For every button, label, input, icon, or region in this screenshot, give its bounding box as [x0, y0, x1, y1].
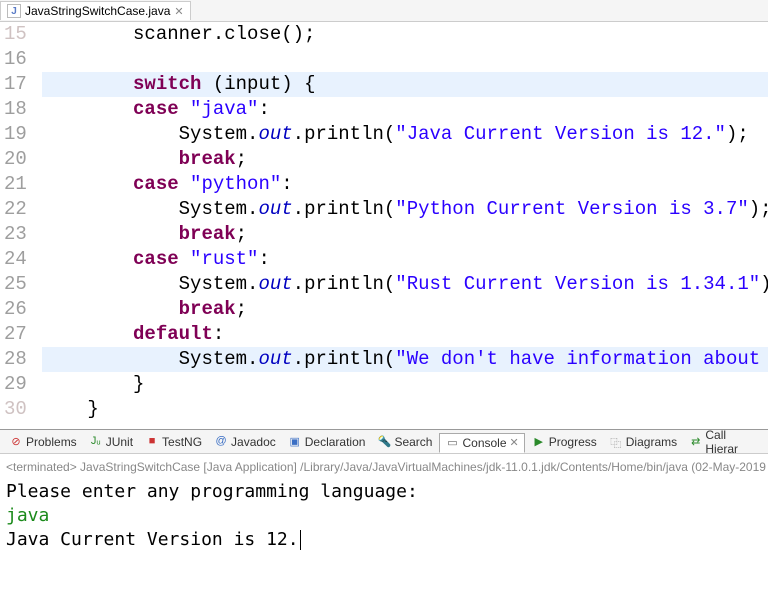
code-line[interactable]: scanner.close();: [42, 22, 768, 47]
code-line[interactable]: System.out.println("Java Current Version…: [42, 122, 768, 147]
bottom-view-tabs: ⊘ProblemsJᵤJUnit■TestNG@Javadoc▣Declarat…: [0, 430, 768, 454]
line-number: 27: [4, 322, 27, 347]
callhier-icon: ⇄: [689, 435, 702, 449]
tab-label: Diagrams: [626, 435, 677, 449]
tab-label: JUnit: [106, 435, 133, 449]
close-icon[interactable]: ✕: [174, 5, 183, 18]
line-number: 23: [4, 222, 27, 247]
code-editor[interactable]: 15161718192021222324252627282930 scanner…: [0, 22, 768, 430]
tab-junit[interactable]: JᵤJUnit: [84, 433, 138, 451]
console-icon: ▭: [445, 436, 459, 450]
testng-icon: ■: [145, 435, 159, 449]
declaration-icon: ▣: [288, 435, 302, 449]
code-line[interactable]: break;: [42, 222, 768, 247]
tab-label: Progress: [549, 435, 597, 449]
tab-label: TestNG: [162, 435, 202, 449]
close-icon[interactable]: ✕: [510, 436, 519, 449]
console-view: <terminated> JavaStringSwitchCase [Java …: [0, 454, 768, 556]
line-number: 26: [4, 297, 27, 322]
line-number: 30: [4, 397, 27, 422]
code-line[interactable]: break;: [42, 297, 768, 322]
java-file-icon: J: [7, 4, 21, 18]
code-line[interactable]: break;: [42, 147, 768, 172]
text-cursor-icon: [300, 530, 301, 550]
tab-progress[interactable]: ▶Progress: [527, 433, 602, 451]
editor-tab[interactable]: J JavaStringSwitchCase.java ✕: [0, 1, 191, 20]
console-prompt: Please enter any programming language:: [6, 480, 762, 504]
console-output: Java Current Version is 12.: [6, 528, 762, 552]
tab-problems[interactable]: ⊘Problems: [4, 433, 82, 451]
javadoc-icon: @: [214, 435, 228, 449]
line-number: 15: [4, 22, 27, 47]
code-content[interactable]: scanner.close(); switch (input) { case "…: [38, 22, 768, 429]
code-line[interactable]: switch (input) {: [42, 72, 768, 97]
tab-javadoc[interactable]: @Javadoc: [209, 433, 281, 451]
line-number: 29: [4, 372, 27, 397]
code-line[interactable]: System.out.println("Python Current Versi…: [42, 197, 768, 222]
tab-label: Console: [462, 436, 506, 450]
code-line[interactable]: case "python":: [42, 172, 768, 197]
tab-callhier[interactable]: ⇄Call Hierar: [684, 426, 764, 458]
code-line[interactable]: [42, 47, 768, 72]
editor-tab-filename: JavaStringSwitchCase.java: [25, 4, 170, 18]
junit-icon: Jᵤ: [89, 435, 103, 449]
code-line[interactable]: }: [42, 397, 768, 422]
line-number: 21: [4, 172, 27, 197]
code-line[interactable]: case "rust":: [42, 247, 768, 272]
line-number: 17: [4, 72, 27, 97]
console-terminated-line: <terminated> JavaStringSwitchCase [Java …: [0, 454, 768, 476]
code-line[interactable]: }: [42, 372, 768, 397]
search-icon: 🔦: [377, 435, 391, 449]
line-number: 20: [4, 147, 27, 172]
tab-label: Declaration: [305, 435, 366, 449]
line-number-gutter: 15161718192021222324252627282930: [0, 22, 38, 429]
tab-console[interactable]: ▭Console ✕: [439, 433, 524, 453]
line-number: 28: [4, 347, 27, 372]
tab-search[interactable]: 🔦Search: [372, 433, 437, 451]
tab-label: Javadoc: [231, 435, 276, 449]
diagrams-icon: ⿻: [609, 435, 623, 449]
line-number: 18: [4, 97, 27, 122]
tab-label: Search: [394, 435, 432, 449]
code-line[interactable]: default:: [42, 322, 768, 347]
tab-label: Problems: [26, 435, 77, 449]
progress-icon: ▶: [532, 435, 546, 449]
console-user-input: java: [6, 504, 762, 528]
code-line[interactable]: System.out.println("We don't have inform…: [42, 347, 768, 372]
line-number: 16: [4, 47, 27, 72]
tab-testng[interactable]: ■TestNG: [140, 433, 207, 451]
problems-icon: ⊘: [9, 435, 23, 449]
code-line[interactable]: case "java":: [42, 97, 768, 122]
line-number: 19: [4, 122, 27, 147]
code-line[interactable]: System.out.println("Rust Current Version…: [42, 272, 768, 297]
tab-label: Call Hierar: [705, 428, 759, 456]
editor-tab-bar: J JavaStringSwitchCase.java ✕: [0, 0, 768, 22]
line-number: 24: [4, 247, 27, 272]
tab-diagrams[interactable]: ⿻Diagrams: [604, 433, 682, 451]
line-number: 25: [4, 272, 27, 297]
tab-declaration[interactable]: ▣Declaration: [283, 433, 371, 451]
line-number: 22: [4, 197, 27, 222]
